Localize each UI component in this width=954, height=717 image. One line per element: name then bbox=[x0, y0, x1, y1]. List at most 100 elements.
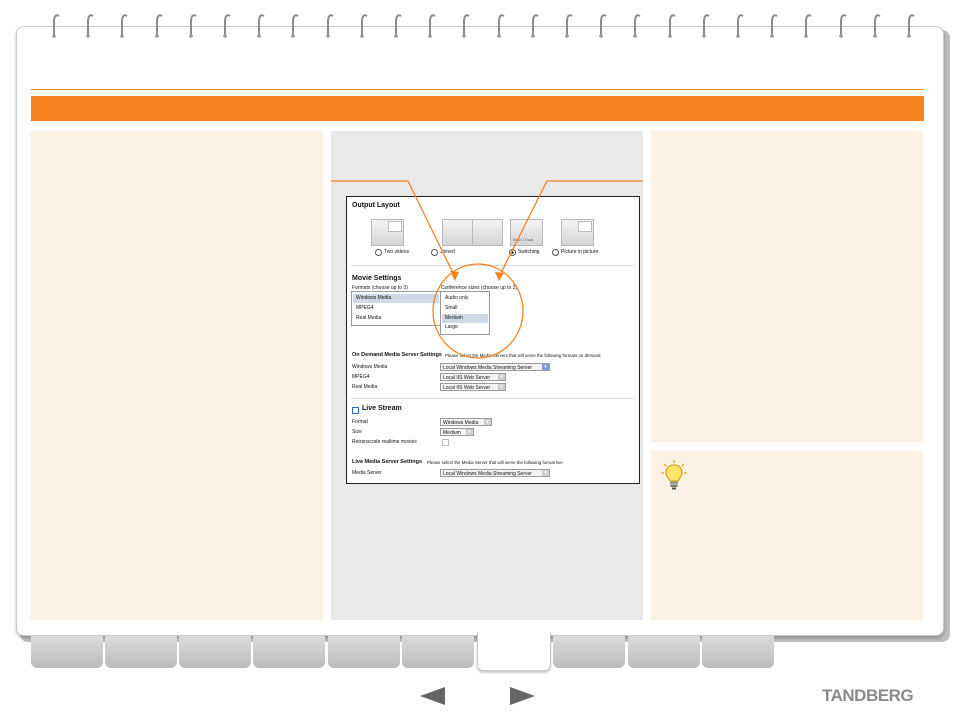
chapter-tab[interactable] bbox=[105, 636, 177, 668]
option-joined-label: Joined bbox=[440, 249, 455, 255]
size-option[interactable]: Large bbox=[442, 323, 488, 332]
live-size-select[interactable]: Medium ▾ bbox=[440, 428, 474, 436]
chapter-tab[interactable] bbox=[702, 636, 774, 668]
option-pip-label: Picture in picture bbox=[561, 249, 599, 255]
section-banner bbox=[31, 96, 924, 121]
divider bbox=[351, 265, 633, 266]
chevron-down-icon: ▾ bbox=[466, 429, 473, 435]
layout-thumb-two-videos[interactable] bbox=[371, 219, 404, 246]
retranscode-checkbox[interactable] bbox=[442, 439, 449, 446]
chapter-tab[interactable] bbox=[628, 636, 700, 668]
right-text-panel bbox=[651, 131, 923, 442]
spiral-ring-icon bbox=[804, 14, 812, 38]
format-option[interactable]: Windows Media bbox=[353, 294, 439, 303]
chevron-down-icon: ▾ bbox=[498, 384, 505, 390]
on-demand-server-select[interactable]: Local IIS Web Server ▾ bbox=[440, 373, 506, 381]
on-demand-server-value: Local IIS Web Server bbox=[443, 385, 491, 391]
layout-thumb-switching[interactable]: Main / Dual bbox=[510, 219, 543, 246]
spiral-ring-icon bbox=[188, 14, 197, 38]
format-option[interactable]: Real Media bbox=[353, 314, 439, 323]
layout-thumb-joined-right[interactable] bbox=[472, 219, 503, 246]
on-demand-server-select[interactable]: Local IIS Web Server ▾ bbox=[440, 383, 506, 391]
live-media-server-value: Local Windows Media Streaming Server bbox=[443, 471, 532, 477]
retranscode-label: Retranscode realtime movies bbox=[352, 439, 417, 445]
chapter-tab[interactable] bbox=[553, 636, 625, 668]
spiral-ring-icon bbox=[872, 14, 881, 38]
spiral-ring-icon bbox=[633, 14, 641, 38]
spiral-ring-icon bbox=[838, 14, 847, 38]
live-stream-title: Live Stream bbox=[362, 405, 402, 412]
divider bbox=[351, 398, 633, 399]
on-demand-server-value: Local IIS Web Server bbox=[443, 375, 491, 381]
prev-arrow-icon[interactable] bbox=[420, 687, 445, 705]
on-demand-row-label: Windows Media bbox=[352, 364, 388, 370]
movie-settings-title: Movie Settings bbox=[352, 275, 402, 282]
live-media-title: Live Media Server Settings bbox=[352, 459, 422, 465]
option-switching-label: Switching bbox=[518, 249, 540, 255]
chevron-down-icon: ▾ bbox=[498, 374, 505, 380]
spiral-ring-icon bbox=[52, 14, 60, 38]
formats-listbox[interactable]: Windows Media MPEG4 Real Media bbox=[351, 291, 441, 326]
on-demand-note: Please select the Media Servers that wil… bbox=[445, 353, 601, 358]
spiral-ring-icon bbox=[394, 14, 402, 38]
tandberg-logo: TANDBERG bbox=[822, 686, 914, 705]
radio-joined[interactable] bbox=[431, 249, 438, 256]
live-format-label: Format bbox=[352, 419, 368, 425]
chapter-tab[interactable] bbox=[31, 636, 103, 668]
spiral-ring-icon bbox=[530, 14, 539, 38]
live-size-value: Medium bbox=[443, 430, 461, 436]
size-option[interactable]: Medium bbox=[442, 314, 488, 323]
chevron-down-icon: ▾ bbox=[484, 419, 491, 425]
spiral-ring-icon bbox=[154, 14, 163, 38]
live-stream-checkbox[interactable] bbox=[352, 407, 359, 414]
chevron-down-icon: ▾ bbox=[542, 470, 549, 476]
size-option[interactable]: Small bbox=[442, 304, 488, 313]
next-arrow-icon[interactable] bbox=[510, 687, 535, 705]
spiral-ring-icon bbox=[667, 14, 676, 38]
radio-two-videos[interactable] bbox=[375, 249, 382, 256]
spiral-ring-icon bbox=[257, 14, 265, 38]
spiral-ring-icon bbox=[770, 14, 778, 38]
format-option[interactable]: MPEG4 bbox=[353, 304, 439, 313]
layout-thumb-pip[interactable] bbox=[561, 219, 594, 246]
tip-panel bbox=[651, 451, 923, 620]
chapter-tab[interactable] bbox=[253, 636, 325, 668]
radio-switching[interactable] bbox=[509, 249, 516, 256]
sizes-listbox[interactable]: Audio only Small Medium Large bbox=[440, 291, 490, 335]
live-format-select[interactable]: Windows Media ▾ bbox=[440, 418, 492, 426]
radio-picture-in-picture[interactable] bbox=[552, 249, 559, 256]
chapter-tab[interactable] bbox=[179, 636, 251, 668]
live-format-value: Windows Media bbox=[443, 420, 479, 426]
left-text-panel bbox=[31, 131, 323, 620]
spiral-ring-icon bbox=[701, 14, 710, 38]
thumb-caption-switching: Main / Dual bbox=[513, 237, 534, 242]
on-demand-server-select[interactable]: Local Windows Media Streaming Server ▾ bbox=[440, 363, 550, 371]
spiral-ring-icon bbox=[359, 14, 368, 38]
on-demand-server-value: Local Windows Media Streaming Server bbox=[443, 365, 532, 371]
spiral-ring-icon bbox=[428, 14, 436, 38]
spiral-ring-icon bbox=[86, 14, 94, 38]
output-layout-title: Output Layout bbox=[352, 202, 400, 209]
live-media-note: Please select the Media Server that will… bbox=[427, 460, 563, 465]
on-demand-row-label: Real Media bbox=[352, 384, 378, 390]
chapter-tab[interactable] bbox=[477, 632, 551, 671]
chevron-down-icon: ▾ bbox=[542, 364, 549, 370]
chapter-tab[interactable] bbox=[402, 636, 474, 668]
live-size-label: Size bbox=[352, 429, 362, 435]
spiral-ring-icon bbox=[291, 14, 299, 38]
lightbulb-icon bbox=[661, 460, 687, 490]
layout-thumb-joined-left[interactable] bbox=[442, 219, 473, 246]
on-demand-row-label: MPEG4 bbox=[352, 374, 370, 380]
chapter-tab[interactable] bbox=[328, 636, 400, 668]
spiral-ring-icon bbox=[462, 14, 470, 38]
spiral-ring-icon bbox=[565, 14, 573, 38]
spiral-ring-icon bbox=[599, 14, 607, 38]
spiral-ring-icon bbox=[496, 14, 505, 38]
size-option[interactable]: Audio only bbox=[442, 294, 488, 303]
live-media-server-select[interactable]: Local Windows Media Streaming Server ▾ bbox=[440, 469, 550, 477]
option-two-videos-label: Two videos bbox=[384, 249, 410, 255]
spiral-ring-icon bbox=[223, 14, 231, 38]
spiral-ring-icon bbox=[907, 14, 915, 38]
spiral-ring-icon bbox=[736, 14, 744, 38]
movie-settings-screenshot: Output Layout Main / Dual Two videos Joi… bbox=[346, 196, 640, 484]
